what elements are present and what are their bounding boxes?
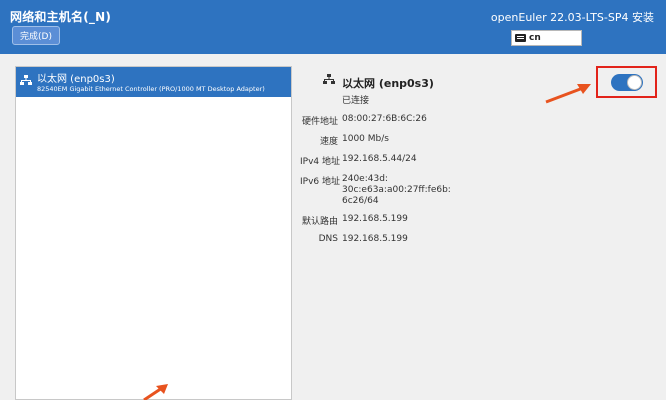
connection-toggle[interactable]	[611, 74, 643, 91]
network-wired-icon	[323, 74, 335, 84]
ipv6-label: IPv6 地址	[300, 177, 340, 187]
connection-status: 已连接	[342, 96, 370, 106]
speed-value: 1000 Mb/s	[342, 134, 389, 144]
arrow-annotation-icon	[545, 84, 591, 104]
ipv4-label: IPv4 地址	[300, 157, 340, 167]
keyboard-layout-indicator[interactable]: cn	[511, 30, 582, 46]
dns-label: DNS	[318, 234, 338, 244]
product-title: openEuler 22.03-LTS-SP4 安装	[490, 11, 654, 24]
speed-label: 速度	[319, 137, 338, 147]
header-bar: 网络和主机名(_N) 完成(D) openEuler 22.03-LTS-SP4…	[0, 0, 666, 54]
toggle-highlight-box	[596, 66, 657, 98]
ipv6-value-line1: 240e:43d:	[342, 174, 388, 184]
default-route-value: 192.168.5.199	[342, 214, 408, 224]
arrow-annotation-icon	[143, 384, 168, 400]
ipv6-value-line3: 6c26/64	[342, 196, 379, 206]
ipv6-value-line2: 30c:e63a:a00:27ff:fe6b:	[342, 185, 451, 195]
hw-address-value: 08:00:27:6B:6C:26	[342, 114, 427, 124]
hw-address-label: 硬件地址	[301, 117, 338, 127]
dns-value: 192.168.5.199	[342, 234, 408, 244]
list-item-enp0s3[interactable]: 以太网 (enp0s3) 82540EM Gigabit Ethernet Co…	[16, 67, 291, 97]
page-title: 网络和主机名(_N)	[10, 10, 112, 24]
device-name: 以太网 (enp0s3)	[37, 74, 115, 85]
ipv4-value: 192.168.5.44/24	[342, 154, 417, 164]
device-details-panel: 以太网 (enp0s3) 已连接 硬件地址 08:00:27:6B:6C:26 …	[300, 66, 658, 400]
device-list: 以太网 (enp0s3) 82540EM Gigabit Ethernet Co…	[15, 66, 292, 400]
device-description: 82540EM Gigabit Ethernet Controller (PRO…	[37, 85, 265, 93]
network-wired-icon	[20, 75, 32, 85]
detail-device-name: 以太网 (enp0s3)	[342, 77, 434, 90]
done-button[interactable]: 完成(D)	[12, 26, 60, 45]
default-route-label: 默认路由	[301, 217, 338, 227]
toggle-knob	[627, 75, 642, 90]
keyboard-icon	[515, 34, 526, 42]
keyboard-layout-label: cn	[529, 33, 541, 43]
